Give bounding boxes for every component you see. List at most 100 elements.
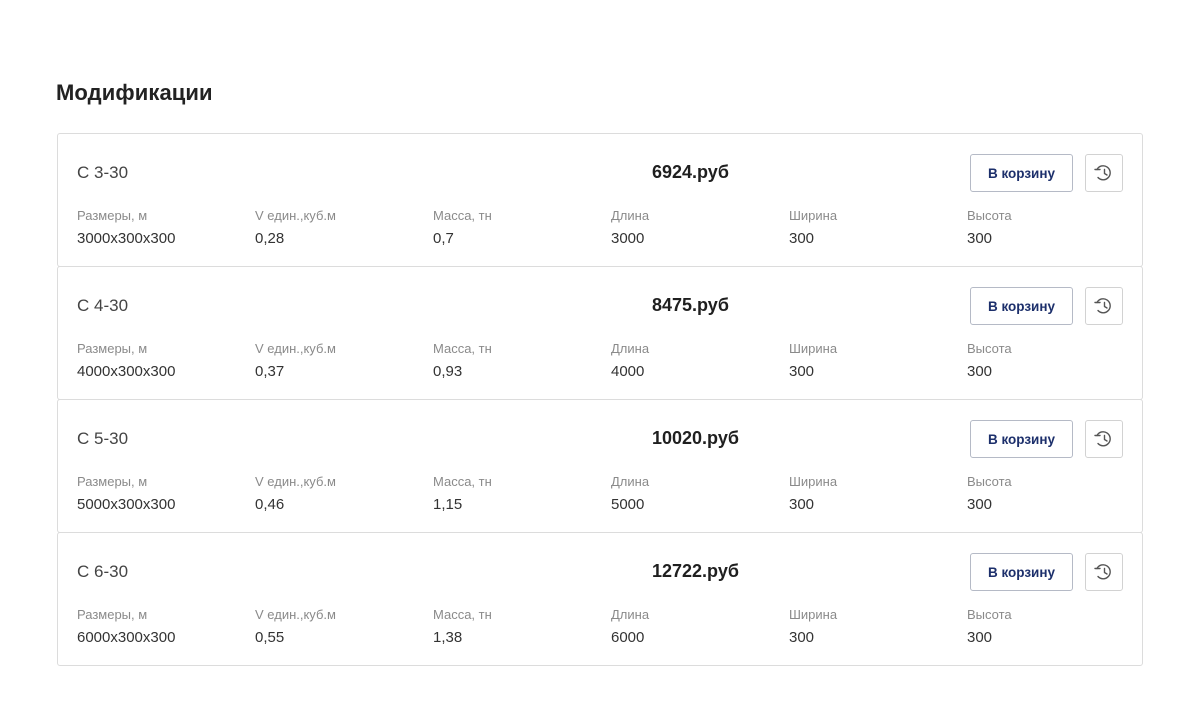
spec-value: 4000 xyxy=(611,363,645,380)
history-clock-icon xyxy=(1094,164,1114,182)
spec-value: 0,7 xyxy=(433,230,454,247)
spec-label: Высота xyxy=(967,607,1012,622)
modification-price: 8475.руб xyxy=(652,295,729,315)
spec-value: 300 xyxy=(967,363,993,380)
spec-value: 5000 xyxy=(611,496,645,513)
spec-label: Размеры, м xyxy=(77,208,148,223)
spec-label: Ширина xyxy=(789,341,838,356)
modification-name: С 4-30 xyxy=(77,296,129,315)
modifications-list: С 3-30 6924.руб В корзину Размеры, м 300… xyxy=(57,133,1143,666)
spec-label: Масса, тн xyxy=(433,341,492,356)
modification-card: С 5-30 10020.руб В корзину Размеры, м 50… xyxy=(57,399,1143,533)
spec-mass: Масса, тн 0,7 xyxy=(433,208,492,248)
spec-value: 3000х300х300 xyxy=(77,230,176,247)
spec-value: 300 xyxy=(967,629,993,646)
spec-label: Длина xyxy=(611,341,650,356)
spec-dimensions: Размеры, м 6000х300х300 xyxy=(77,607,175,647)
spec-grid: Размеры, м 5000х300х300 V един.,куб.м 0,… xyxy=(77,474,1127,518)
history-clock-icon xyxy=(1094,563,1114,581)
spec-value: 0,55 xyxy=(255,629,285,646)
spec-height: Высота 300 xyxy=(967,341,1012,381)
spec-label: Длина xyxy=(611,208,650,223)
spec-length: Длина 3000 xyxy=(611,208,649,248)
spec-width: Ширина 300 xyxy=(789,474,837,514)
spec-label: Масса, тн xyxy=(433,607,492,622)
spec-dimensions: Размеры, м 5000х300х300 xyxy=(77,474,175,514)
history-button[interactable] xyxy=(1085,287,1123,325)
spec-width: Ширина 300 xyxy=(789,208,837,248)
spec-label: V един.,куб.м xyxy=(255,474,336,489)
spec-mass: Масса, тн 0,93 xyxy=(433,341,492,381)
spec-grid: Размеры, м 4000х300х300 V един.,куб.м 0,… xyxy=(77,341,1127,385)
spec-label: Размеры, м xyxy=(77,474,148,489)
modification-price: 12722.руб xyxy=(652,561,739,581)
modification-card: С 6-30 12722.руб В корзину Размеры, м 60… xyxy=(57,532,1143,666)
spec-length: Длина 5000 xyxy=(611,474,649,514)
history-clock-icon xyxy=(1094,297,1114,315)
spec-value: 3000 xyxy=(611,230,645,247)
spec-volume: V един.,куб.м 0,55 xyxy=(255,607,336,647)
spec-width: Ширина 300 xyxy=(789,341,837,381)
spec-height: Высота 300 xyxy=(967,208,1012,248)
spec-value: 1,38 xyxy=(433,629,463,646)
section-title: Модификации xyxy=(56,80,213,105)
spec-length: Длина 6000 xyxy=(611,607,649,647)
modification-name: С 5-30 xyxy=(77,429,129,448)
spec-value: 300 xyxy=(789,629,815,646)
spec-dimensions: Размеры, м 3000х300х300 xyxy=(77,208,175,248)
modification-card: С 3-30 6924.руб В корзину Размеры, м 300… xyxy=(57,133,1143,267)
spec-label: V един.,куб.м xyxy=(255,607,336,622)
spec-label: V един.,куб.м xyxy=(255,341,336,356)
spec-value: 4000х300х300 xyxy=(77,363,176,380)
spec-label: Масса, тн xyxy=(433,474,492,489)
spec-height: Высота 300 xyxy=(967,474,1012,514)
spec-value: 0,46 xyxy=(255,496,285,513)
spec-mass: Масса, тн 1,38 xyxy=(433,607,492,647)
history-button[interactable] xyxy=(1085,154,1123,192)
modification-name: С 3-30 xyxy=(77,163,129,182)
spec-value: 300 xyxy=(789,363,815,380)
spec-value: 0,37 xyxy=(255,363,285,380)
spec-value: 5000х300х300 xyxy=(77,496,176,513)
spec-height: Высота 300 xyxy=(967,607,1012,647)
spec-label: Размеры, м xyxy=(77,607,148,622)
spec-label: Длина xyxy=(611,474,650,489)
spec-volume: V един.,куб.м 0,46 xyxy=(255,474,336,514)
add-to-cart-button[interactable]: В корзину xyxy=(970,553,1073,591)
spec-value: 6000х300х300 xyxy=(77,629,176,646)
modification-price: 10020.руб xyxy=(652,428,739,448)
spec-label: Ширина xyxy=(789,474,838,489)
spec-dimensions: Размеры, м 4000х300х300 xyxy=(77,341,175,381)
spec-volume: V един.,куб.м 0,37 xyxy=(255,341,336,381)
spec-label: Ширина xyxy=(789,607,838,622)
add-to-cart-button[interactable]: В корзину xyxy=(970,154,1073,192)
spec-value: 1,15 xyxy=(433,496,463,513)
spec-label: Высота xyxy=(967,474,1012,489)
history-button[interactable] xyxy=(1085,420,1123,458)
modification-card: С 4-30 8475.руб В корзину Размеры, м 400… xyxy=(57,266,1143,400)
spec-volume: V един.,куб.м 0,28 xyxy=(255,208,336,248)
spec-width: Ширина 300 xyxy=(789,607,837,647)
spec-label: Ширина xyxy=(789,208,838,223)
spec-value: 6000 xyxy=(611,629,645,646)
spec-value: 300 xyxy=(789,496,815,513)
spec-label: Высота xyxy=(967,341,1012,356)
history-button[interactable] xyxy=(1085,553,1123,591)
spec-label: Длина xyxy=(611,607,650,622)
spec-value: 300 xyxy=(789,230,815,247)
spec-grid: Размеры, м 6000х300х300 V един.,куб.м 0,… xyxy=(77,607,1127,651)
spec-value: 0,93 xyxy=(433,363,463,380)
spec-label: Высота xyxy=(967,208,1012,223)
spec-value: 300 xyxy=(967,496,993,513)
spec-label: Размеры, м xyxy=(77,341,148,356)
spec-mass: Масса, тн 1,15 xyxy=(433,474,492,514)
history-clock-icon xyxy=(1094,430,1114,448)
add-to-cart-button[interactable]: В корзину xyxy=(970,420,1073,458)
spec-value: 0,28 xyxy=(255,230,285,247)
modification-name: С 6-30 xyxy=(77,562,129,581)
add-to-cart-button[interactable]: В корзину xyxy=(970,287,1073,325)
spec-label: Масса, тн xyxy=(433,208,492,223)
spec-value: 300 xyxy=(967,230,993,247)
spec-length: Длина 4000 xyxy=(611,341,649,381)
spec-label: V един.,куб.м xyxy=(255,208,336,223)
